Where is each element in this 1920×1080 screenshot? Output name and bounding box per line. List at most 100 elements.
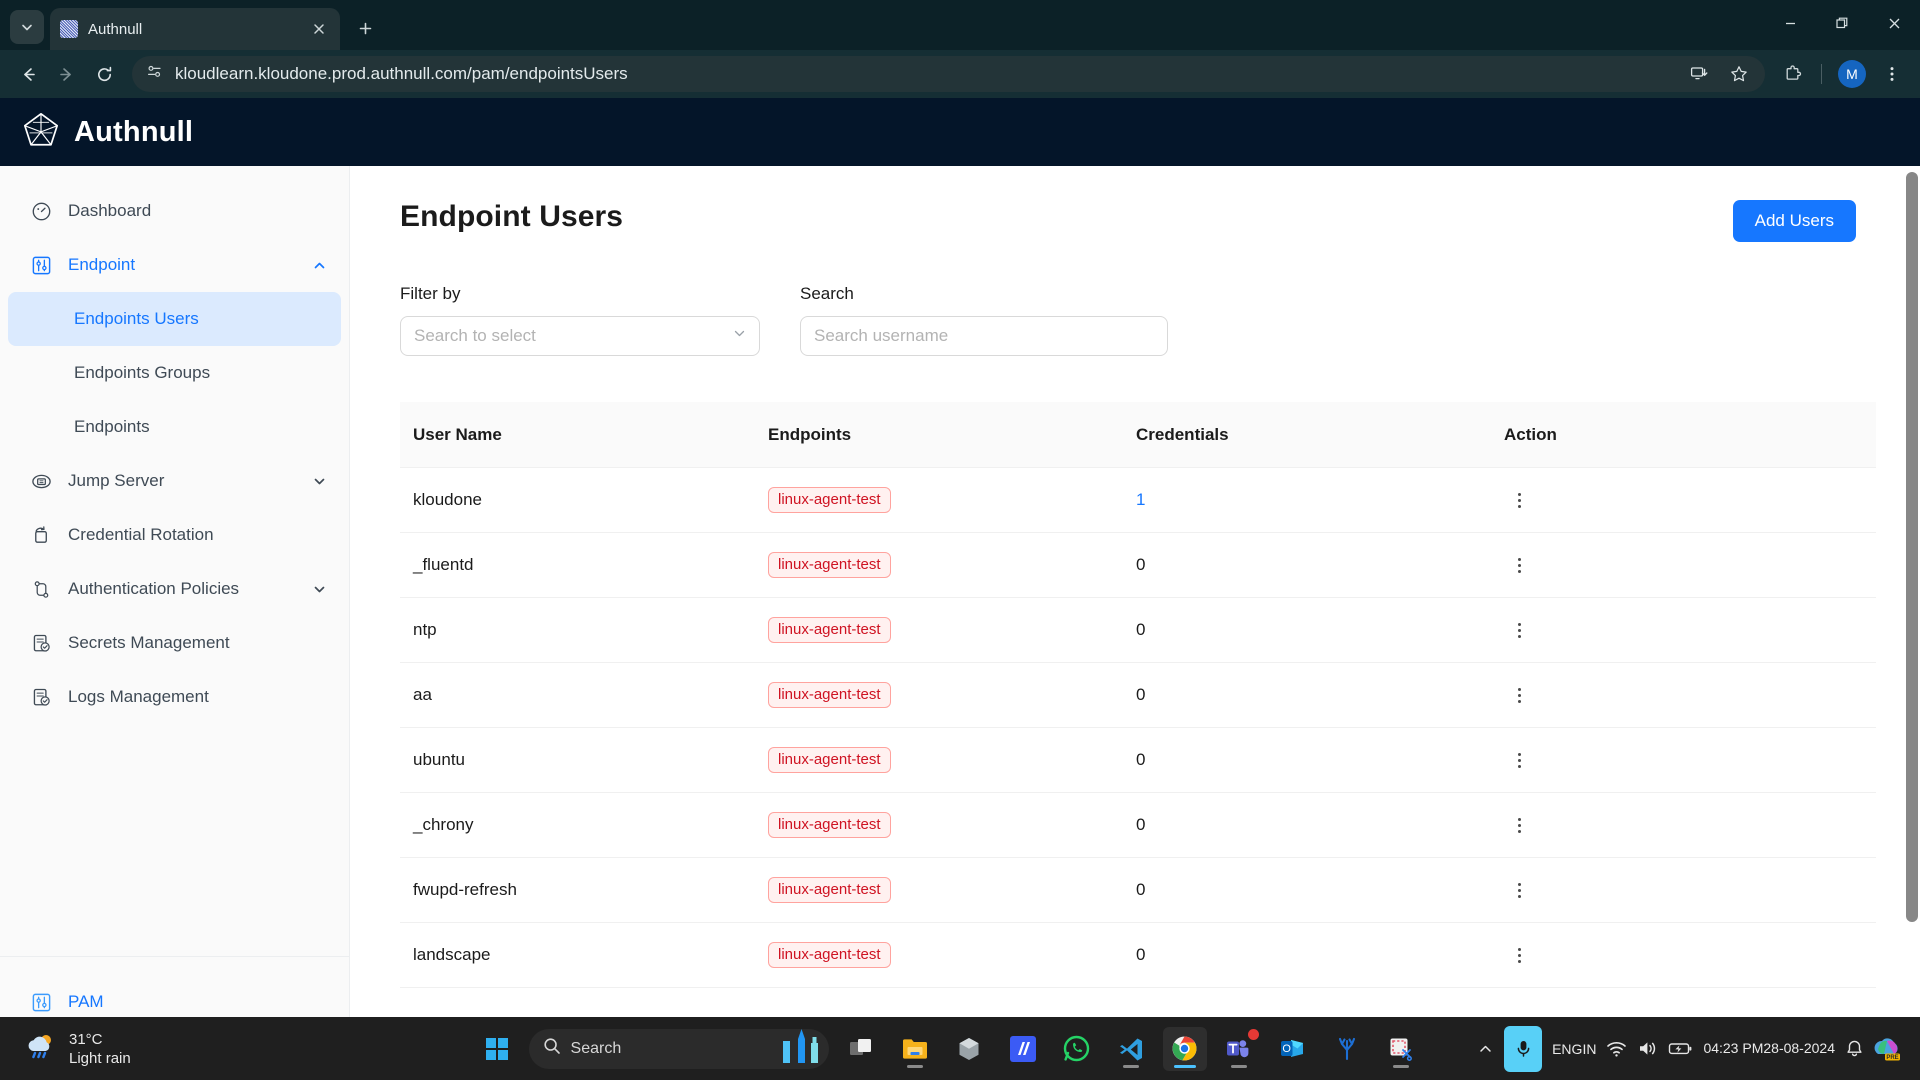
install-app-icon[interactable] xyxy=(1681,56,1717,92)
copilot-pre-icon[interactable]: PRE xyxy=(1874,1036,1902,1062)
three-dot-menu-icon[interactable] xyxy=(1874,56,1910,92)
whatsapp-icon[interactable] xyxy=(1055,1027,1099,1071)
vscode-icon[interactable] xyxy=(1109,1027,1153,1071)
sidebar-item-label: Logs Management xyxy=(68,687,209,706)
brand-name: Authnull xyxy=(74,115,194,148)
kebab-menu-icon[interactable] xyxy=(1504,550,1534,580)
url-text: kloudlearn.kloudone.prod.authnull.com/pa… xyxy=(175,64,628,83)
microphone-icon[interactable] xyxy=(1504,1025,1543,1072)
main-content: Endpoint Users Add Users Filter by Searc… xyxy=(350,166,1920,1047)
copilot-icon[interactable] xyxy=(947,1027,991,1071)
reload-button[interactable] xyxy=(86,56,122,92)
search-input[interactable]: Search username xyxy=(800,316,1168,356)
weather-widget[interactable]: 31°C Light rain xyxy=(0,1029,420,1068)
arrow-right-icon xyxy=(59,67,71,81)
profile-avatar[interactable]: M xyxy=(1838,60,1866,88)
browser-tab[interactable]: Authnull xyxy=(50,8,340,50)
table-row[interactable]: _fluentd linux-agent-test 0 xyxy=(400,533,1876,598)
chevron-down-icon[interactable] xyxy=(733,327,746,345)
page-scrollbar[interactable] xyxy=(1904,166,1920,1047)
endpoint-tag: linux-agent-test xyxy=(768,682,891,708)
svg-text:O: O xyxy=(1282,1043,1291,1055)
clock[interactable]: 04:23 PM 28-08-2024 xyxy=(1703,1039,1835,1058)
sidebar-item-logs-management[interactable]: Logs Management xyxy=(0,670,349,724)
address-bar[interactable]: kloudlearn.kloudone.prod.authnull.com/pa… xyxy=(132,56,1765,92)
coral-icon[interactable] xyxy=(1325,1027,1369,1071)
sidebar-item-dashboard[interactable]: Dashboard xyxy=(0,184,349,238)
credentials-value: 0 xyxy=(1136,880,1146,899)
windows-start-icon[interactable] xyxy=(475,1027,519,1071)
sidebar-item-jump-server[interactable]: Jump Server xyxy=(0,454,349,508)
kebab-menu-icon[interactable] xyxy=(1504,810,1534,840)
authnull-app-icon[interactable] xyxy=(1001,1027,1045,1071)
weather-temperature: 31°C xyxy=(69,1030,103,1048)
add-users-button[interactable]: Add Users xyxy=(1732,200,1856,242)
sidebar-item-authentication-policies[interactable]: Authentication Policies xyxy=(0,562,349,616)
kebab-menu-icon[interactable] xyxy=(1504,940,1534,970)
table-row[interactable]: kloudone linux-agent-test 1 xyxy=(400,468,1876,533)
table-row[interactable]: ubuntu linux-agent-test 0 xyxy=(400,728,1876,793)
kebab-menu-icon[interactable] xyxy=(1504,875,1534,905)
snipping-tool-icon[interactable] xyxy=(1379,1027,1423,1071)
battery-charging-icon[interactable] xyxy=(1668,1040,1693,1057)
sidebar-item-endpoints[interactable]: Endpoints xyxy=(8,400,341,454)
sidebar-item-endpoints-users[interactable]: Endpoints Users xyxy=(8,292,341,346)
tab-search-button[interactable] xyxy=(10,10,44,44)
language-code: ENG xyxy=(1552,1040,1583,1057)
tray-overflow-button[interactable] xyxy=(1477,1040,1494,1057)
sidebar-item-endpoint[interactable]: Endpoint xyxy=(0,238,349,292)
extensions-puzzle-icon[interactable] xyxy=(1775,56,1811,92)
forward-button[interactable] xyxy=(48,56,84,92)
filter-by-label: Filter by xyxy=(400,284,461,303)
chevron-down-icon[interactable] xyxy=(311,581,327,597)
file-explorer-icon[interactable] xyxy=(893,1027,937,1071)
sidebar-item-endpoints-groups[interactable]: Endpoints Groups xyxy=(8,346,341,400)
minimize-button[interactable] xyxy=(1764,0,1816,46)
close-icon[interactable] xyxy=(308,18,330,40)
table-row[interactable]: _chrony linux-agent-test 0 xyxy=(400,793,1876,858)
sidebar: Dashboard Endpoint Endpoints Users Endpo… xyxy=(0,166,350,1047)
maximize-button[interactable] xyxy=(1816,0,1868,46)
tab-strip: Authnull xyxy=(0,0,1920,50)
cell-credentials: 0 xyxy=(1136,815,1504,835)
kebab-menu-icon[interactable] xyxy=(1504,615,1534,645)
table-row[interactable]: ntp linux-agent-test 0 xyxy=(400,598,1876,663)
outlook-icon[interactable]: O xyxy=(1271,1027,1315,1071)
sidebar-item-credential-rotation[interactable]: Credential Rotation xyxy=(0,508,349,562)
wifi-icon[interactable] xyxy=(1606,1039,1627,1058)
speaker-icon[interactable] xyxy=(1637,1039,1658,1058)
table-row[interactable]: fwupd-refresh linux-agent-test 0 xyxy=(400,858,1876,923)
taskbar-search-box[interactable]: Search xyxy=(528,1028,829,1069)
language-indicator[interactable]: ENG IN xyxy=(1552,1040,1596,1058)
sidebar-item-secrets-management[interactable]: Secrets Management xyxy=(0,616,349,670)
kebab-menu-icon[interactable] xyxy=(1504,680,1534,710)
browser-chrome: Authnull kloudlearn.kloudone.prod.authnu… xyxy=(0,0,1920,98)
kebab-menu-icon[interactable] xyxy=(1504,745,1534,775)
chevron-up-icon[interactable] xyxy=(311,257,327,273)
sidebar-item-label: Credential Rotation xyxy=(68,525,214,544)
page-scrollbar-thumb[interactable] xyxy=(1906,172,1918,922)
kebab-menu-icon[interactable] xyxy=(1504,485,1534,515)
filter-select[interactable]: Search to select xyxy=(400,316,760,356)
task-view-icon[interactable] xyxy=(839,1027,883,1071)
search-icon xyxy=(543,1037,561,1060)
close-button[interactable] xyxy=(1868,0,1920,46)
cell-user-name: landscape xyxy=(413,945,491,964)
table-row[interactable]: landscape linux-agent-test 0 xyxy=(400,923,1876,988)
cell-credentials[interactable]: 1 xyxy=(1136,490,1504,510)
chevron-down-icon[interactable] xyxy=(311,473,327,489)
sub-item-label: Endpoints Groups xyxy=(74,363,211,382)
rotate-icon xyxy=(30,524,52,546)
star-icon[interactable] xyxy=(1721,56,1757,92)
bell-icon[interactable] xyxy=(1845,1039,1864,1058)
app-header: Authnull xyxy=(0,98,1920,166)
teams-icon[interactable] xyxy=(1217,1027,1261,1071)
new-tab-button[interactable] xyxy=(350,13,380,43)
cell-user-name: _chrony xyxy=(413,815,474,834)
chrome-icon[interactable] xyxy=(1162,1026,1207,1071)
sidebar-scroll-area: Dashboard Endpoint Endpoints Users Endpo… xyxy=(0,166,349,956)
site-settings-icon[interactable] xyxy=(146,63,163,85)
credentials-link[interactable]: 1 xyxy=(1136,490,1145,509)
table-row[interactable]: aa linux-agent-test 0 xyxy=(400,663,1876,728)
back-button[interactable] xyxy=(10,56,46,92)
